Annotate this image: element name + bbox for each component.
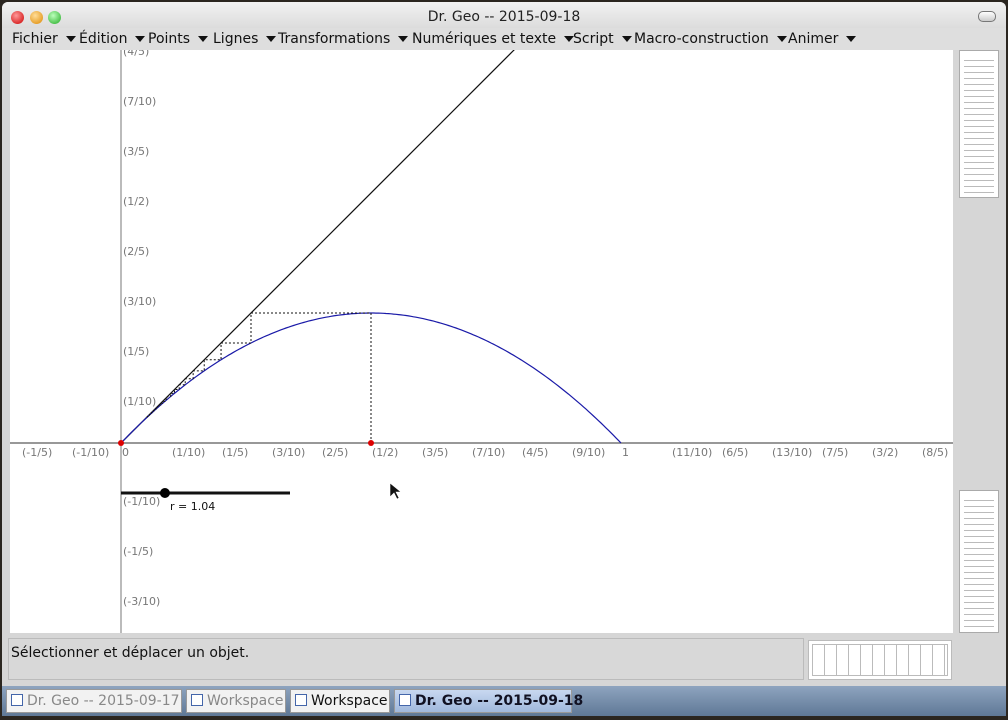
dropdown-arrow-icon xyxy=(776,36,787,42)
x-tick-label: (1/10) xyxy=(172,446,205,459)
y-tick-label: (1/5) xyxy=(123,345,149,358)
x-tick-label: (4/5) xyxy=(522,446,548,459)
menu-edition[interactable]: Édition xyxy=(79,31,146,47)
app-window: Dr. Geo -- 2015-09-18 Fichier Édition Po… xyxy=(2,2,1006,716)
x-tick-label: (3/2) xyxy=(872,446,898,459)
slider-knob[interactable] xyxy=(159,488,170,498)
x-tick-label: (9/10) xyxy=(572,446,605,459)
menu-script[interactable]: Script xyxy=(573,31,632,47)
x-tick-label: (-1/5) xyxy=(22,446,52,459)
task-drgeo-0917[interactable]: Dr. Geo -- 2015-09-17 xyxy=(6,689,182,713)
task-workspace-1[interactable]: Workspace xyxy=(186,689,286,713)
status-resize-handle[interactable] xyxy=(808,640,952,680)
y-tick-label: (1/10) xyxy=(123,395,156,408)
cobweb-path xyxy=(146,312,372,443)
x-tick-label: (7/5) xyxy=(822,446,848,459)
x-tick-label: (7/10) xyxy=(472,446,505,459)
menu-lignes[interactable]: Lignes xyxy=(213,31,277,47)
taskbar: Dr. Geo -- 2015-09-17 Workspace Workspac… xyxy=(2,686,1006,716)
menu-numeriques[interactable]: Numériques et texte xyxy=(412,31,575,47)
x-tick-label: (3/10) xyxy=(272,446,305,459)
menu-macro[interactable]: Macro-construction xyxy=(634,31,787,47)
menu-transformations[interactable]: Transformations xyxy=(278,31,409,47)
x-tick-label: (8/5) xyxy=(922,446,948,459)
y-tick-label: (3/10) xyxy=(123,295,156,308)
status-bar: Sélectionner et déplacer un objet. xyxy=(8,638,804,680)
x-tick-label: 1 xyxy=(622,446,629,459)
workspace-icon xyxy=(295,694,307,706)
origin-point xyxy=(118,440,124,446)
task-drgeo-0918[interactable]: Dr. Geo -- 2015-09-18 xyxy=(394,689,583,713)
x-tick-label: (-1/10) xyxy=(72,446,109,459)
x-tick-label: 0 xyxy=(122,446,129,459)
menu-bar: Fichier Édition Points Lignes Transforma… xyxy=(2,28,1006,50)
menu-fichier[interactable]: Fichier xyxy=(12,31,76,47)
x-tick-label: (11/10) xyxy=(672,446,712,459)
collapse-button[interactable] xyxy=(978,11,996,22)
y-tick-label: (-1/5) xyxy=(123,545,153,558)
y-tick-label: (2/5) xyxy=(123,245,149,258)
initial-point xyxy=(368,440,374,446)
x-tick-label: (1/5) xyxy=(222,446,248,459)
y-tick-label: (3/5) xyxy=(123,145,149,158)
window-icon xyxy=(399,694,411,706)
dropdown-arrow-icon xyxy=(135,36,146,42)
plot[interactable]: (-1/5) (-1/10) 0 (1/10) (1/5) (3/10) (2/5) (1/2… xyxy=(10,50,953,633)
x-tick-label: (1/2) xyxy=(372,446,398,459)
window-icon xyxy=(11,694,23,706)
x-tick-label: (6/5) xyxy=(722,446,748,459)
x-tick-label: (3/5) xyxy=(422,446,448,459)
y-tick-label: (4/5) xyxy=(123,50,149,58)
menu-animer[interactable]: Animer xyxy=(788,31,857,47)
dropdown-arrow-icon xyxy=(846,36,857,42)
y-tick-label: (-3/10) xyxy=(123,595,160,608)
dropdown-arrow-icon xyxy=(65,36,76,42)
identity-line xyxy=(120,50,515,444)
scrollbar-bottom[interactable] xyxy=(959,490,999,633)
task-workspace-2[interactable]: Workspace xyxy=(290,689,390,713)
y-tick-label: (1/2) xyxy=(123,195,149,208)
dropdown-arrow-icon xyxy=(198,36,209,42)
mouse-cursor-icon xyxy=(389,482,402,500)
title-bar: Dr. Geo -- 2015-09-18 xyxy=(2,2,1006,28)
scrollbar-top[interactable] xyxy=(959,50,999,198)
window-title: Dr. Geo -- 2015-09-18 xyxy=(427,9,581,25)
slider-value-label: r = 1.04 xyxy=(170,500,216,513)
dropdown-arrow-icon xyxy=(398,36,409,42)
geometry-canvas[interactable]: (-1/5) (-1/10) 0 (1/10) (1/5) (3/10) (2/5) (1/2… xyxy=(10,50,953,633)
x-tick-label: (2/5) xyxy=(322,446,348,459)
workspace-icon xyxy=(191,694,203,706)
dropdown-arrow-icon xyxy=(266,36,277,42)
dropdown-arrow-icon xyxy=(621,36,632,42)
y-tick-label: (7/10) xyxy=(123,95,156,108)
y-tick-label: (-1/10) xyxy=(123,495,160,508)
x-tick-label: (13/10) xyxy=(772,446,812,459)
menu-points[interactable]: Points xyxy=(148,31,209,47)
